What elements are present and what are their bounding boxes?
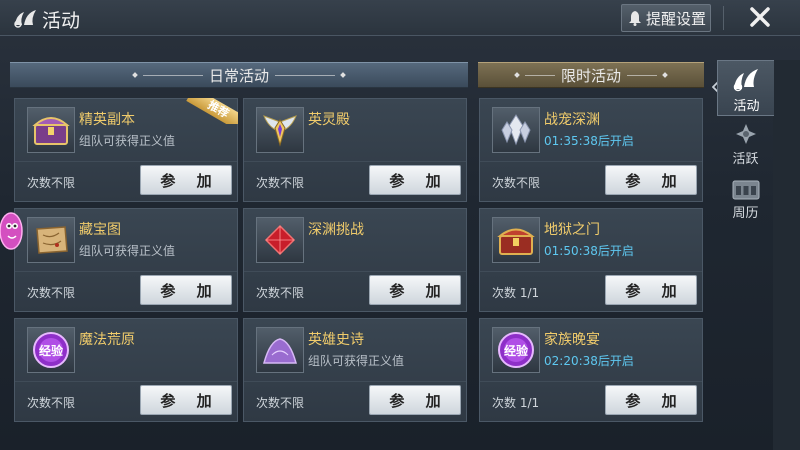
divider xyxy=(723,6,724,30)
join-button[interactable]: 参 加 xyxy=(605,385,697,415)
activity-tab-icon xyxy=(733,69,758,92)
activity-name: 地狱之门 xyxy=(544,222,600,238)
tab-weekly[interactable]: 周历 xyxy=(717,172,774,228)
activity-name: 深渊挑战 xyxy=(308,222,364,238)
purple-mound-icon xyxy=(263,338,297,364)
activity-count: 次数不限 xyxy=(256,176,305,190)
join-button[interactable]: 参 加 xyxy=(369,385,461,415)
join-button[interactable]: 参 加 xyxy=(369,275,461,305)
limited-section-header: 限时活动 xyxy=(478,62,704,88)
activity-count: 次数不限 xyxy=(492,176,541,190)
red-gem-icon xyxy=(264,224,296,256)
calendar-icon xyxy=(732,180,760,200)
recommend-badge: 推荐 xyxy=(186,98,238,124)
scroll-map-icon xyxy=(36,226,68,254)
activity-name: 英灵殿 xyxy=(308,112,350,128)
activity-card-magic-wasteland[interactable]: 经验 魔法荒原 次数不限 参 加 xyxy=(14,318,238,422)
limited-section-title: 限时活动 xyxy=(560,66,621,85)
join-button[interactable]: 参 加 xyxy=(140,165,232,195)
join-button[interactable]: 参 加 xyxy=(605,275,697,305)
side-tab-bar: 活动 活跃 周历 xyxy=(717,60,774,230)
winged-emblem-icon xyxy=(263,115,297,147)
recommend-badge-label: 推荐 xyxy=(186,98,238,124)
tab-active[interactable]: 活跃 xyxy=(717,118,774,174)
bell-icon xyxy=(629,11,641,26)
activity-count: 次数不限 xyxy=(256,396,305,410)
tab-weekly-label: 周历 xyxy=(732,206,759,221)
card-divider xyxy=(244,271,466,272)
card-divider xyxy=(480,381,702,382)
activity-card-abyss-challenge[interactable]: 深渊挑战 次数不限 参 加 xyxy=(243,208,467,312)
red-chest-icon xyxy=(497,228,535,255)
activity-card-hero-epic[interactable]: 英雄史诗 组队可获得正义值 次数不限 参 加 xyxy=(243,318,467,422)
activity-count: 次数不限 xyxy=(256,286,305,300)
activity-card-family-banquet[interactable]: 经验 家族晚宴 02:20:38后开启 次数 1/1 参 加 xyxy=(479,318,703,422)
activity-card-elite-dungeon[interactable]: 精英副本 组队可获得正义值 次数不限 参 加 推荐 xyxy=(14,98,238,202)
activity-count: 次数不限 xyxy=(27,396,76,410)
join-button[interactable]: 参 加 xyxy=(605,165,697,195)
daily-section-title: 日常活动 xyxy=(208,66,269,85)
activity-desc: 组队可获得正义值 xyxy=(308,354,405,368)
activity-timer: 01:50:38后开启 xyxy=(544,244,634,258)
activity-icon-box xyxy=(256,217,304,263)
activity-icon-box xyxy=(256,107,304,153)
exp-orb-text: 经验 xyxy=(39,343,64,358)
top-bar: 活动 提醒设置 xyxy=(0,0,800,36)
tab-activity-label: 活动 xyxy=(733,99,760,114)
join-button[interactable]: 参 加 xyxy=(369,165,461,195)
exp-orb-icon: 经验 xyxy=(33,332,69,368)
join-button[interactable]: 参 加 xyxy=(140,385,232,415)
activity-name: 精英副本 xyxy=(79,112,135,128)
exp-orb-text: 经验 xyxy=(504,343,529,358)
card-divider xyxy=(480,161,702,162)
remind-settings-button[interactable]: 提醒设置 xyxy=(621,4,711,32)
activity-desc: 组队可获得正义值 xyxy=(79,244,176,258)
activity-icon-box xyxy=(492,107,540,153)
activity-icon-box xyxy=(27,107,75,153)
activity-icon-box xyxy=(27,217,75,263)
card-divider xyxy=(15,271,237,272)
activity-name: 藏宝图 xyxy=(79,222,121,238)
activity-icon-box: 经验 xyxy=(27,327,75,373)
close-icon[interactable] xyxy=(744,4,776,32)
activity-desc: 组队可获得正义值 xyxy=(79,134,176,148)
activity-count: 次数不限 xyxy=(27,176,76,190)
activity-timer: 01:35:38后开启 xyxy=(544,134,634,148)
activity-name: 战宠深渊 xyxy=(544,112,600,128)
activity-icon xyxy=(14,10,36,28)
floating-mascot-icon[interactable] xyxy=(0,210,26,252)
activity-icon-box: 经验 xyxy=(492,327,540,373)
activity-count: 次数不限 xyxy=(27,286,76,300)
tab-active-label: 活跃 xyxy=(732,152,759,167)
daily-section-header: 日常活动 xyxy=(10,62,468,88)
remind-settings-label: 提醒设置 xyxy=(646,9,707,28)
activity-card-pet-abyss[interactable]: 战宠深渊 01:35:38后开启 次数不限 参 加 xyxy=(479,98,703,202)
activity-timer: 02:20:38后开启 xyxy=(544,354,634,368)
activity-icon-box xyxy=(492,217,540,263)
activity-count: 次数 1/1 xyxy=(492,286,540,300)
treasure-chest-icon xyxy=(32,117,70,145)
compass-icon xyxy=(736,124,756,144)
activity-icon-box xyxy=(256,327,304,373)
activity-name: 魔法荒原 xyxy=(79,332,135,348)
activity-card-valhalla[interactable]: 英灵殿 次数不限 参 加 xyxy=(243,98,467,202)
join-button[interactable]: 参 加 xyxy=(140,275,232,305)
card-divider xyxy=(480,271,702,272)
tab-activity[interactable]: 活动 xyxy=(717,60,774,116)
activity-name: 家族晚宴 xyxy=(544,332,600,348)
card-divider xyxy=(244,161,466,162)
exp-orb-icon: 经验 xyxy=(498,332,534,368)
side-rail xyxy=(773,60,800,450)
card-divider xyxy=(244,381,466,382)
card-divider xyxy=(15,381,237,382)
activity-card-treasure-map[interactable]: 藏宝图 组队可获得正义值 次数不限 参 加 xyxy=(14,208,238,312)
card-divider xyxy=(15,161,237,162)
crystal-icon xyxy=(501,114,531,146)
activity-name: 英雄史诗 xyxy=(308,332,364,348)
activity-count: 次数 1/1 xyxy=(492,396,540,410)
activity-card-hell-gate[interactable]: 地狱之门 01:50:38后开启 次数 1/1 参 加 xyxy=(479,208,703,312)
page-title: 活动 xyxy=(42,10,81,32)
